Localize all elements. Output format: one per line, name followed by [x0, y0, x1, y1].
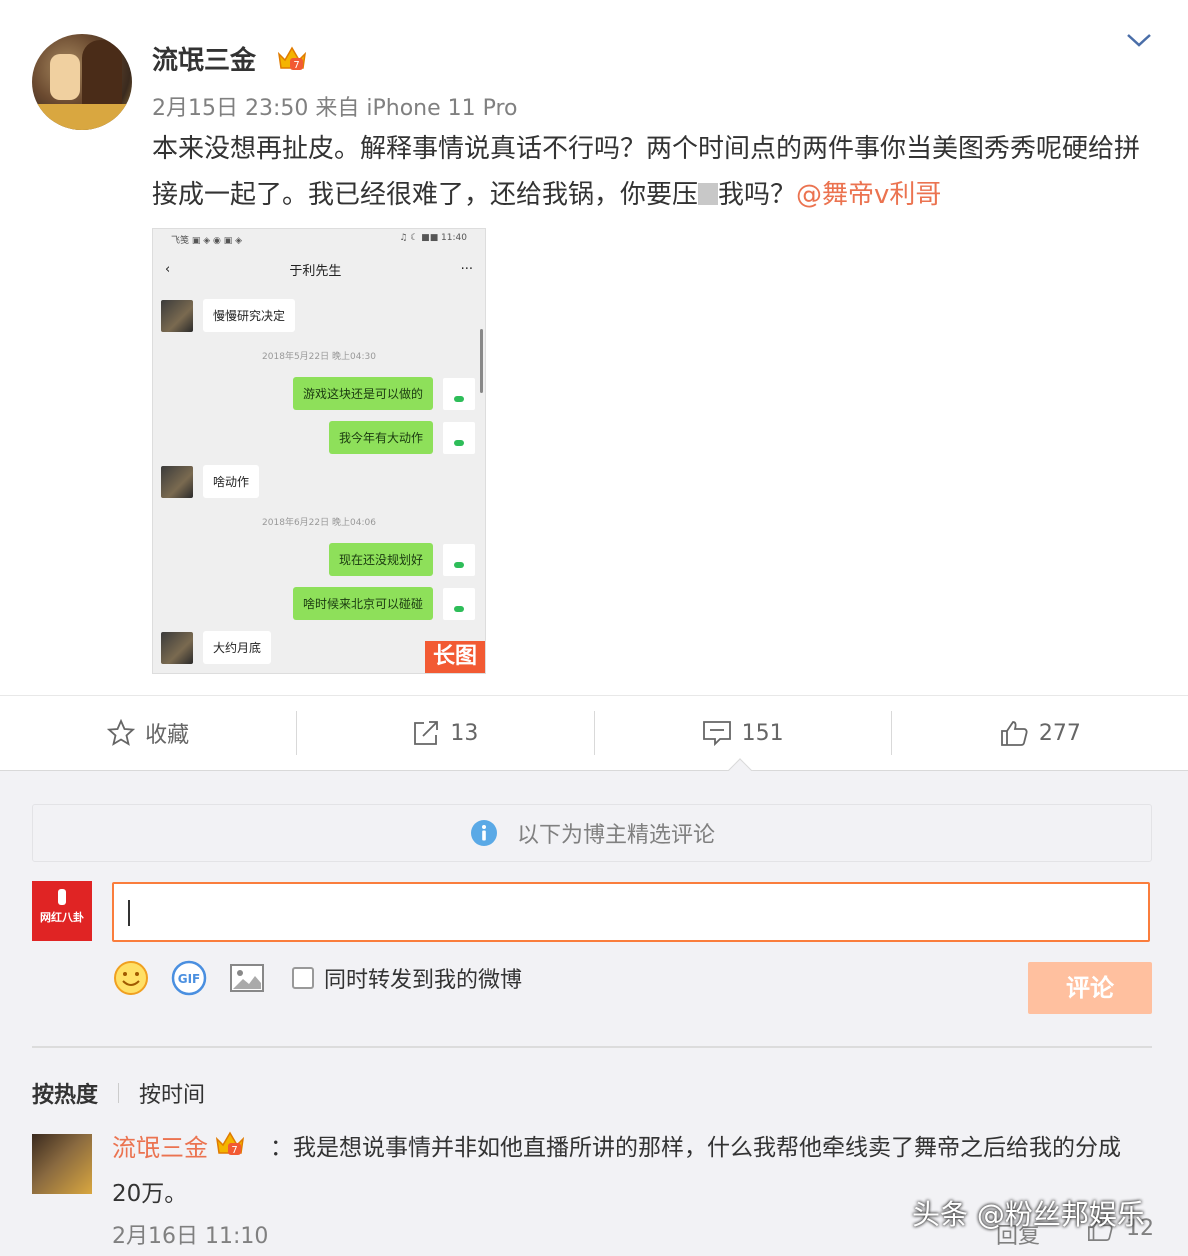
weibo-post: 流氓三金 7 2月15日 23:50 来自 iPhone 11 Pro 本来没想…	[0, 0, 1188, 695]
sort-by-hot-tab[interactable]: 按热度	[32, 1077, 98, 1109]
chat-timestamp: 2018年5月22日 晚上04:30	[262, 352, 376, 362]
chevron-down-icon[interactable]	[1124, 28, 1154, 52]
chat-title: 于利先生	[289, 263, 342, 279]
featured-comments-notice: 以下为博主精选评论	[32, 804, 1152, 862]
sync-repost-checkbox[interactable]	[292, 967, 314, 989]
like-button[interactable]: 277	[890, 711, 1188, 755]
notice-text: 以下为博主精选评论	[516, 823, 715, 848]
mini-app-icon	[443, 587, 475, 620]
repost-button[interactable]: 13	[296, 711, 593, 755]
sort-separator	[118, 1083, 120, 1103]
mini-app-icon	[443, 377, 475, 410]
svg-text:7: 7	[231, 1145, 237, 1156]
commenter-name[interactable]: 流氓三金	[112, 1128, 208, 1163]
more-icon: ···	[460, 261, 473, 277]
image-icon[interactable]	[228, 959, 266, 997]
gif-icon[interactable]: GIF	[170, 959, 208, 997]
long-image-badge: 长图	[425, 641, 485, 673]
watermark: 头条 @粉丝邦娱乐	[912, 1198, 1145, 1231]
chat-avatar	[161, 631, 193, 664]
my-avatar-text: 网红八卦	[40, 911, 84, 924]
status-left: 飞笺 ▣ ◈ ◉ ▣ ◈	[171, 236, 243, 246]
back-icon: ‹	[165, 261, 171, 277]
sort-by-time-tab[interactable]: 按时间	[139, 1077, 205, 1109]
comment-icon	[702, 721, 731, 747]
mini-app-icon	[443, 543, 475, 576]
vip-crown-icon: 7	[215, 1131, 245, 1156]
chat-bubble: 啥动作	[203, 465, 260, 498]
sort-tabs: 按热度 按时间	[32, 1077, 205, 1109]
favorite-label: 收藏	[145, 723, 190, 748]
status-right: ♫ ☾ ■■ 11:40	[399, 233, 467, 243]
image-navbar: ‹ 于利先生 ···	[153, 249, 485, 289]
chat-avatar	[161, 465, 193, 498]
comment-input[interactable]	[112, 882, 1150, 942]
svg-text:7: 7	[293, 60, 299, 71]
my-avatar[interactable]: 网红八卦	[32, 881, 92, 941]
censor-block	[698, 183, 719, 205]
comment-count: 151	[741, 720, 784, 746]
mini-app-icon	[443, 421, 475, 454]
favorite-button[interactable]: 收藏	[0, 711, 296, 755]
chat-timestamp: 2018年6月22日 晚上04:06	[262, 518, 376, 528]
commenter-avatar[interactable]	[32, 1134, 92, 1194]
post-content: 本来没想再扯皮。解释事情说真话不行吗？两个时间点的两件事你当美图秀秀呢硬给拼接成…	[152, 126, 1152, 218]
chat-message: 我今年有大动作	[328, 421, 475, 454]
chat-bubble: 现在还没规划好	[328, 543, 433, 576]
emoji-icon[interactable]	[112, 959, 150, 997]
chat-bubble: 啥时候来北京可以碰碰	[292, 587, 433, 620]
post-image[interactable]: 飞笺 ▣ ◈ ◉ ▣ ◈ ♫ ☾ ■■ 11:40 ‹ 于利先生 ··· 慢慢研…	[152, 228, 486, 674]
chat-bubble: 游戏这块还是可以做的	[292, 377, 433, 410]
author-name[interactable]: 流氓三金	[152, 40, 256, 77]
chat-bubble: 慢慢研究决定	[203, 299, 296, 332]
chat-message: 游戏这块还是可以做的	[292, 377, 475, 410]
comment-toolbar: GIF 同时转发到我的微博	[112, 959, 522, 997]
image-scrollbar	[480, 329, 483, 393]
share-icon	[414, 721, 439, 745]
divider	[32, 1046, 1152, 1048]
chat-message: 啥动作	[161, 465, 260, 498]
post-meta: 2月15日 23:50 来自 iPhone 11 Pro	[152, 96, 518, 121]
sync-repost-label: 同时转发到我的微博	[324, 968, 523, 993]
chat-bubble: 我今年有大动作	[328, 421, 433, 454]
chat-bubble: 大约月底	[203, 631, 272, 664]
repost-count: 13	[450, 720, 479, 746]
post-text: 本来没想再扯皮。解释事情说真话不行吗？两个时间点的两件事你当美图秀秀呢硬给拼接成…	[152, 134, 1141, 210]
chat-avatar	[161, 299, 193, 332]
vip-crown-icon: 7	[277, 46, 307, 71]
chat-message: 慢慢研究决定	[161, 299, 296, 332]
comments-section: 以下为博主精选评论 网红八卦 GIF 同时转发到我的微博 评论 按热度 按时间 …	[0, 771, 1188, 1256]
mention-link[interactable]: @舞帝v利哥	[796, 180, 941, 210]
chat-message: 现在还没规划好	[328, 543, 475, 576]
text-caret	[128, 900, 130, 926]
chat-message: 啥时候来北京可以碰碰	[292, 587, 475, 620]
image-statusbar: 飞笺 ▣ ◈ ◉ ▣ ◈ ♫ ☾ ■■ 11:40	[153, 229, 485, 249]
author-avatar[interactable]	[32, 34, 132, 130]
action-bar: 收藏 13 151 277	[0, 695, 1188, 771]
comment-time: 2月16日 11:10	[112, 1224, 269, 1249]
info-icon	[470, 820, 497, 846]
chat-message: 大约月底	[161, 631, 272, 664]
submit-comment-button[interactable]: 评论	[1028, 962, 1152, 1014]
comment-button[interactable]: 151	[593, 711, 891, 755]
like-count: 277	[1038, 720, 1081, 746]
thumbs-up-icon	[1000, 721, 1028, 746]
post-text-2: 我吗？	[718, 180, 797, 210]
svg-text:GIF: GIF	[178, 972, 201, 986]
star-icon	[107, 719, 136, 746]
